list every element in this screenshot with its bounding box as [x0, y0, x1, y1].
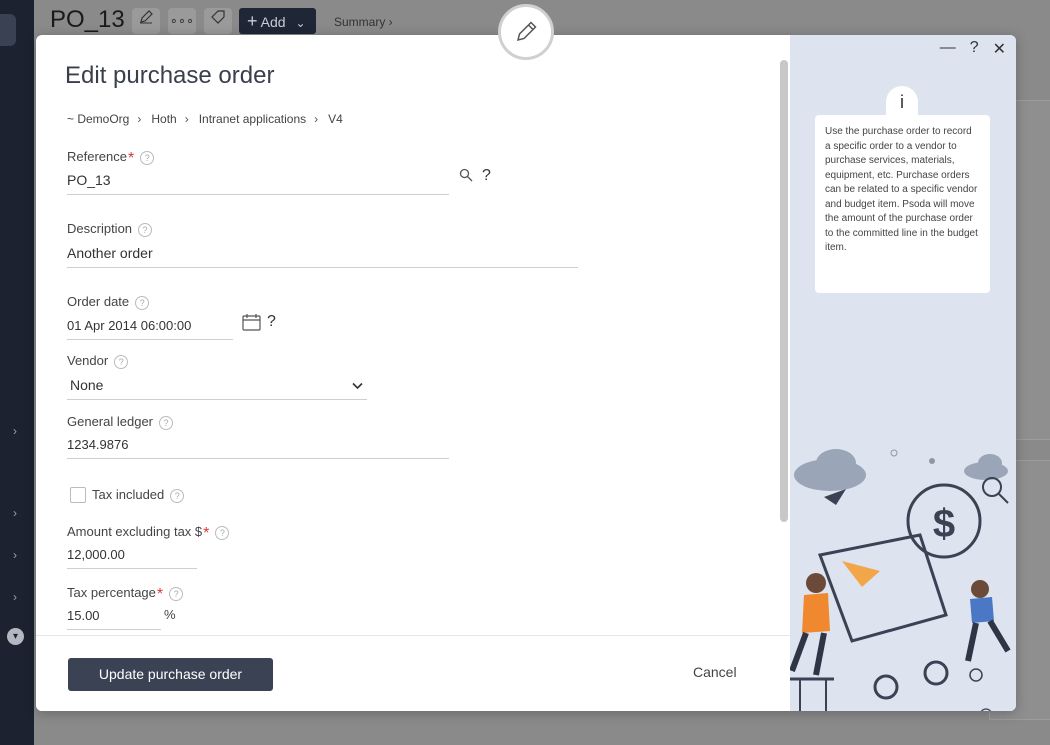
breadcrumb-item[interactable]: ~ DemoOrg — [67, 112, 129, 126]
description-label-text: Description — [67, 221, 133, 236]
cancel-button[interactable]: Cancel — [693, 664, 737, 680]
breadcrumb-item[interactable]: Hoth — [151, 112, 176, 126]
chevron-right-icon[interactable]: › — [8, 590, 22, 604]
plus-icon: + — [247, 11, 258, 31]
reference-input[interactable]: PO_13 — [67, 172, 449, 195]
breadcrumb-separator-icon: › — [314, 112, 319, 126]
help-icon[interactable]: ? — [215, 525, 230, 540]
dialog-footer: Update purchase order Cancel — [36, 635, 790, 711]
chevron-right-icon[interactable]: › — [8, 506, 22, 520]
help-question-icon[interactable]: ? — [970, 39, 979, 59]
add-button[interactable]: + Add ⌄ — [239, 8, 316, 34]
info-panel: — ? ✕ i Use the purchase order to record… — [790, 35, 1016, 711]
background-page-title: PO_13 — [50, 6, 125, 33]
general-ledger-input[interactable]: 1234.9876 — [67, 437, 449, 459]
tax-percentage-label: Tax percentage*? — [67, 584, 184, 603]
order-date-input[interactable]: 01 Apr 2014 06:00:00 — [67, 318, 233, 340]
help-icon[interactable]: ? — [114, 354, 129, 369]
form-scrollbar[interactable] — [780, 60, 788, 522]
question-icon[interactable]: ? — [267, 313, 276, 331]
more-options-icon[interactable]: ∘∘∘ — [168, 8, 196, 34]
breadcrumb: ~ DemoOrg › Hoth › Intranet applications… — [67, 112, 351, 126]
description-label: Description? — [67, 221, 153, 237]
calendar-icon[interactable] — [242, 313, 261, 336]
form-area: Edit purchase order ~ DemoOrg › Hoth › I… — [36, 35, 790, 635]
reference-label: Reference*? — [67, 148, 155, 167]
tax-percentage-label-text: Tax percentage — [67, 585, 156, 600]
minimize-icon[interactable]: — — [940, 39, 956, 59]
required-marker: * — [203, 525, 210, 542]
tax-included-label: Tax included? — [92, 487, 185, 503]
edit-pencil-icon — [498, 4, 554, 60]
tax-percentage-input[interactable]: 15.00 — [67, 608, 161, 630]
purchase-illustration: $ — [790, 449, 1011, 711]
vendor-select[interactable]: None — [67, 377, 367, 400]
reference-label-text: Reference — [67, 149, 127, 164]
search-icon[interactable] — [459, 168, 473, 187]
background-sidebar: › › › › ▾ — [0, 0, 34, 745]
general-ledger-label: General ledger? — [67, 414, 173, 430]
vendor-select-value: None — [70, 377, 104, 393]
dialog-title: Edit purchase order — [65, 62, 275, 89]
window-controls: — ? ✕ — [940, 39, 1006, 59]
breadcrumb-item[interactable]: Intranet applications — [199, 112, 306, 126]
breadcrumb-item[interactable]: V4 — [328, 112, 343, 126]
chevron-down-icon: ⌄ — [295, 16, 306, 30]
help-icon[interactable]: ? — [169, 586, 184, 601]
amount-excluding-tax-label-text: Amount excluding tax $ — [67, 524, 203, 539]
breadcrumb-separator-icon: › — [184, 112, 189, 126]
edit-icon[interactable] — [132, 8, 160, 34]
chevron-down-icon — [352, 377, 363, 393]
close-icon[interactable]: ✕ — [993, 39, 1006, 59]
help-icon[interactable]: ? — [138, 222, 153, 237]
update-purchase-order-button[interactable]: Update purchase order — [68, 658, 273, 691]
summary-link[interactable]: Summary › — [334, 15, 393, 29]
info-icon: i — [886, 86, 918, 118]
required-marker: * — [156, 586, 164, 603]
question-icon[interactable]: ? — [482, 167, 491, 185]
help-icon[interactable]: ? — [135, 295, 150, 310]
svg-text:$: $ — [933, 502, 955, 546]
chevron-down-circle-icon[interactable]: ▾ — [7, 628, 24, 645]
order-date-label-text: Order date — [67, 294, 130, 309]
description-input[interactable]: Another order — [67, 245, 578, 268]
add-button-label: Add — [260, 14, 286, 30]
help-icon[interactable]: ? — [170, 488, 185, 503]
general-ledger-label-text: General ledger — [67, 414, 153, 429]
required-marker: * — [127, 150, 135, 167]
percent-unit: % — [164, 607, 176, 622]
tax-included-label-text: Tax included — [92, 487, 165, 502]
sidebar-pill — [0, 14, 16, 46]
amount-excluding-tax-input[interactable]: 12,000.00 — [67, 547, 197, 569]
vendor-label: Vendor? — [67, 353, 129, 369]
chevron-right-icon[interactable]: › — [8, 424, 22, 438]
amount-excluding-tax-label: Amount excluding tax $*? — [67, 523, 230, 542]
help-icon[interactable]: ? — [140, 150, 155, 165]
tag-icon[interactable] — [204, 8, 232, 34]
tax-included-checkbox[interactable] — [70, 487, 86, 503]
edit-purchase-order-dialog: Edit purchase order ~ DemoOrg › Hoth › I… — [36, 35, 1016, 711]
breadcrumb-separator-icon: › — [137, 112, 142, 126]
chevron-right-icon[interactable]: › — [8, 548, 22, 562]
vendor-label-text: Vendor — [67, 353, 109, 368]
help-icon[interactable]: ? — [159, 415, 173, 430]
info-text: Use the purchase order to record a speci… — [815, 115, 990, 293]
order-date-label: Order date? — [67, 294, 150, 310]
